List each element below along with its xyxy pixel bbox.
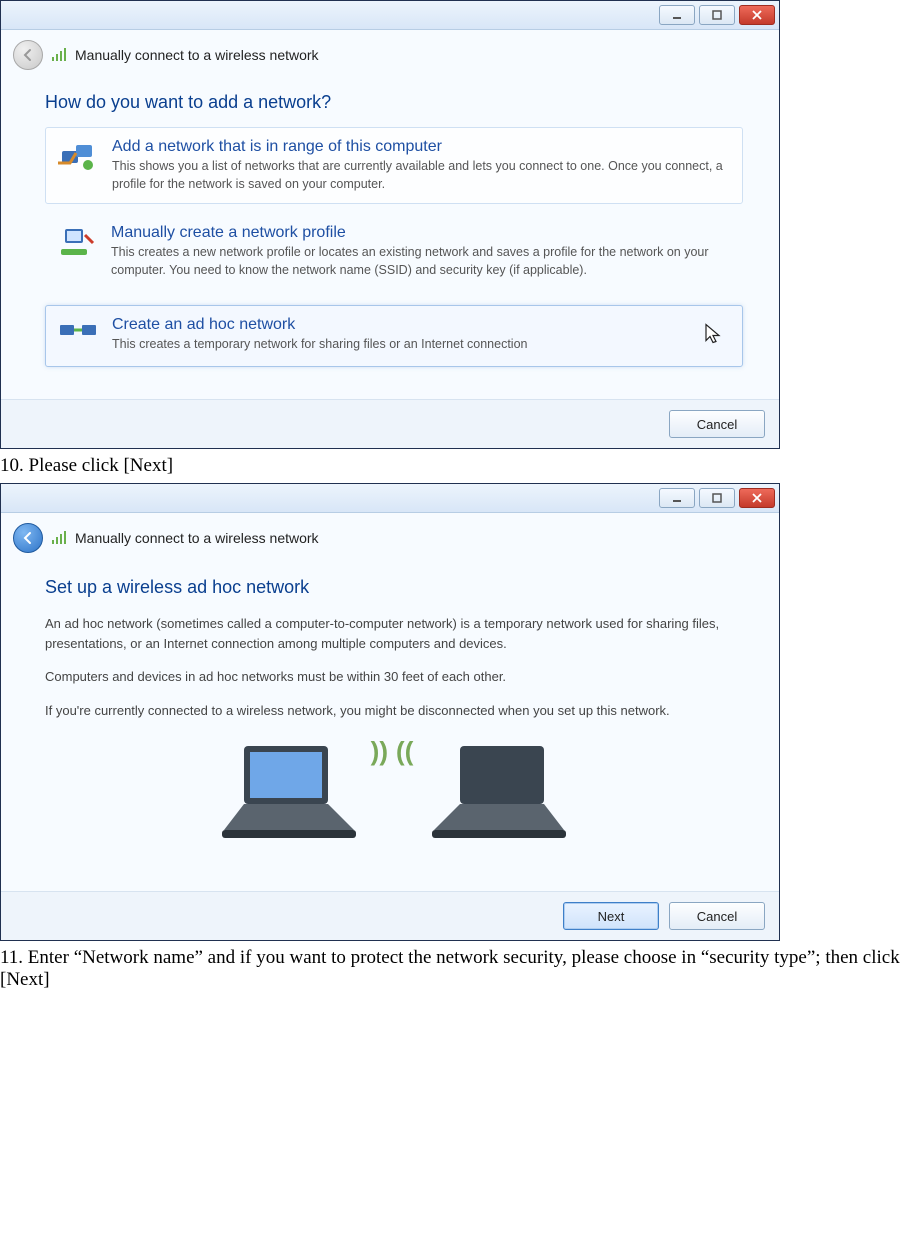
adhoc-paragraph-3: If you're currently connected to a wirel…	[45, 701, 743, 721]
wizard-window-1: Manually connect to a wireless network H…	[0, 0, 780, 449]
option-desc: This creates a new network profile or lo…	[111, 244, 731, 279]
window-titlebar	[1, 484, 779, 513]
wizard-heading: How do you want to add a network?	[45, 92, 743, 113]
step-10-caption: 10. Please click [Next]	[0, 455, 915, 477]
signal-wave-icon: ))	[396, 736, 413, 767]
adhoc-paragraph-2: Computers and devices in ad hoc networks…	[45, 667, 743, 687]
option-title: Manually create a network profile	[111, 224, 731, 242]
option-manual-profile[interactable]: Manually create a network profile This c…	[45, 218, 743, 285]
maximize-button[interactable]	[699, 5, 735, 25]
wizard-header: Manually connect to a wireless network	[1, 513, 779, 561]
window-titlebar	[1, 1, 779, 30]
laptops-illustration: )) ))	[45, 738, 743, 851]
close-button[interactable]	[739, 488, 775, 508]
computers-icon	[58, 138, 98, 178]
option-title: Create an ad hoc network	[112, 316, 730, 334]
maximize-button[interactable]	[699, 488, 735, 508]
wizard-footer: Next Cancel	[1, 891, 779, 940]
wizard-footer: Cancel	[1, 399, 779, 448]
option-ad-hoc[interactable]: Create an ad hoc network This creates a …	[45, 305, 743, 367]
option-title: Add a network that is in range of this c…	[112, 138, 730, 156]
profile-icon	[57, 224, 97, 264]
adhoc-icon	[58, 316, 98, 356]
back-button[interactable]	[13, 40, 43, 70]
wireless-icon	[51, 531, 67, 545]
cancel-button[interactable]: Cancel	[669, 410, 765, 438]
cursor-icon	[704, 323, 722, 350]
adhoc-paragraph-1: An ad hoc network (sometimes called a co…	[45, 614, 743, 653]
minimize-button[interactable]	[659, 488, 695, 508]
close-button[interactable]	[739, 5, 775, 25]
wizard-title: Manually connect to a wireless network	[75, 530, 319, 546]
wizard-header: Manually connect to a wireless network	[1, 30, 779, 78]
next-button[interactable]: Next	[563, 902, 659, 930]
option-desc: This creates a temporary network for sha…	[112, 336, 730, 354]
option-add-in-range[interactable]: Add a network that is in range of this c…	[45, 127, 743, 204]
wizard-heading: Set up a wireless ad hoc network	[45, 577, 743, 598]
laptop-right: ))	[424, 738, 574, 851]
wizard-title: Manually connect to a wireless network	[75, 47, 319, 63]
back-button[interactable]	[13, 523, 43, 553]
wizard-window-2: Manually connect to a wireless network S…	[0, 483, 780, 941]
laptop-left: ))	[214, 738, 364, 851]
signal-wave-icon: ))	[371, 736, 388, 767]
wireless-icon	[51, 48, 67, 62]
option-desc: This shows you a list of networks that a…	[112, 158, 730, 193]
minimize-button[interactable]	[659, 5, 695, 25]
cancel-button[interactable]: Cancel	[669, 902, 765, 930]
step-11-caption: 11. Enter “Network name” and if you want…	[0, 947, 915, 991]
